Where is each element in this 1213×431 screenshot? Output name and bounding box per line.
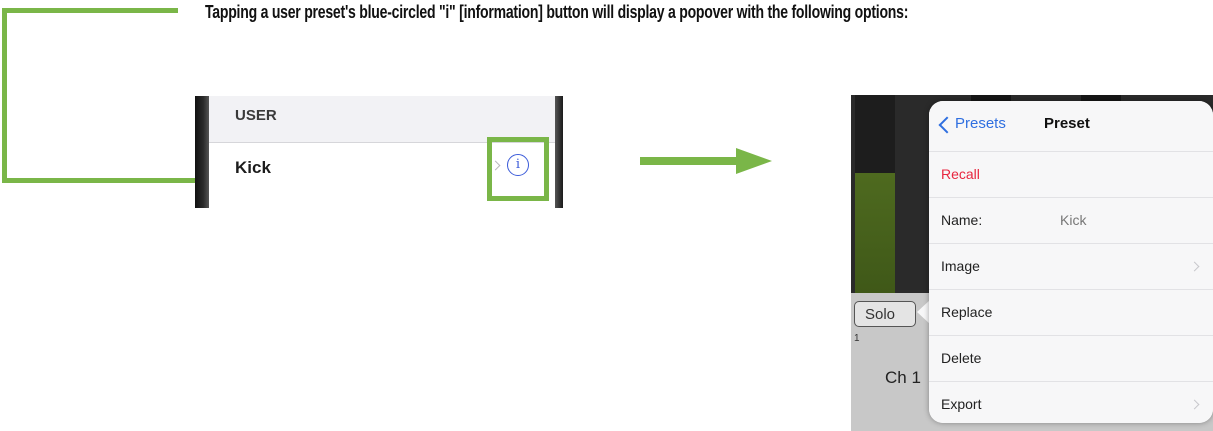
user-section-header: USER	[209, 96, 555, 143]
image-row[interactable]: Image	[929, 243, 1213, 290]
recall-label: Recall	[941, 166, 980, 182]
caption-text: Tapping a user preset's blue-circled "i"…	[205, 2, 909, 22]
replace-label: Replace	[941, 304, 993, 320]
channel-label: Ch 1	[885, 368, 921, 387]
presets-back-button[interactable]: Presets	[955, 115, 1006, 132]
delete-row[interactable]: Delete	[929, 335, 1213, 382]
delete-label: Delete	[941, 350, 982, 366]
image-label: Image	[941, 258, 980, 274]
name-field[interactable]: Kick	[1060, 212, 1086, 228]
solo-button[interactable]: Solo	[854, 301, 916, 327]
chevron-left-icon[interactable]	[938, 116, 956, 134]
chevron-right-icon	[1189, 261, 1200, 272]
name-row[interactable]: Name: Kick	[929, 197, 1213, 244]
list-right-edge	[555, 96, 563, 208]
list-left-edge	[195, 96, 209, 208]
preset-popover: Presets Preset Recall Name: Kick Image R…	[929, 101, 1213, 423]
replace-row[interactable]: Replace	[929, 289, 1213, 336]
solo-label: Solo	[865, 306, 896, 323]
arrow-right-icon	[640, 148, 772, 174]
callout-line-left	[2, 8, 7, 183]
recall-row[interactable]: Recall	[929, 151, 1213, 198]
preset-row-label: Kick	[235, 158, 271, 177]
callout-line-top	[2, 8, 178, 13]
channel-meter	[855, 95, 895, 293]
info-button-highlight	[487, 137, 549, 201]
popover-header: Presets Preset	[929, 101, 1213, 151]
channel-number: 1	[854, 333, 860, 344]
export-label: Export	[941, 396, 982, 412]
name-label: Name:	[941, 212, 983, 228]
export-row[interactable]: Export	[929, 381, 1213, 423]
popover-title: Preset	[1044, 115, 1090, 132]
chevron-right-icon	[1189, 399, 1200, 410]
section-header-label: USER	[235, 107, 277, 124]
